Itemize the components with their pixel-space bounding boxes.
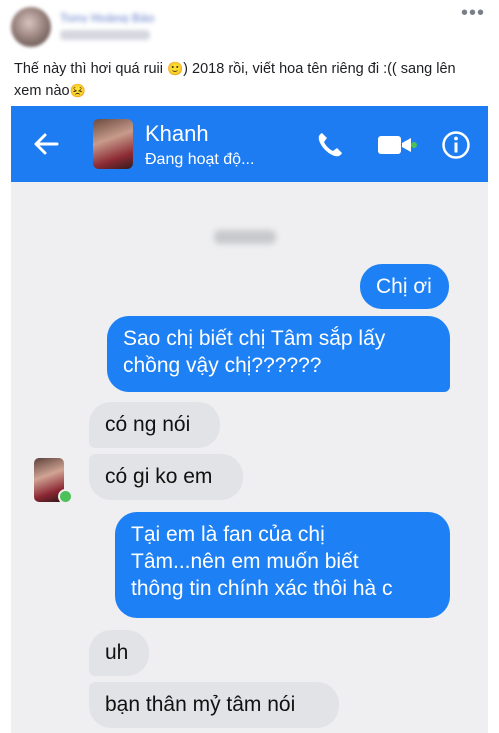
smile-emoji-icon: 🙂: [166, 61, 184, 76]
post-header: Tony Hoàng Bảo •••: [0, 0, 499, 52]
back-arrow-icon[interactable]: [33, 132, 59, 156]
post-caption: Thế này thì hơi quá ruii 🙂) 2018 rồi, vi…: [14, 58, 488, 102]
online-status-dot: [58, 489, 73, 504]
post-author-avatar[interactable]: [11, 7, 51, 47]
caption-text-1b: ) 2018 rồi, viết hoa tên riêng đi :(( sa…: [183, 61, 456, 77]
message-bubble-outgoing[interactable]: Sao chị biết chị Tâm sắp lấy chồng vậy c…: [107, 316, 450, 392]
post-timestamp[interactable]: [60, 30, 150, 40]
contact-name[interactable]: Khanh: [145, 121, 209, 147]
message-line: chồng vậy chị??????: [123, 354, 322, 377]
persevering-emoji-icon: 😣: [69, 83, 86, 98]
message-timestamp: [214, 230, 276, 244]
caption-text-2: xem nào: [14, 83, 70, 99]
info-icon[interactable]: [441, 130, 471, 160]
message-line: Tâm...nên em muốn biết: [131, 550, 359, 573]
video-camera-icon[interactable]: [377, 134, 417, 156]
message-line: Tại em là fan của chị: [131, 523, 325, 546]
phone-icon[interactable]: [315, 130, 345, 160]
message-line: thông tin chính xác thôi hà c: [131, 577, 393, 600]
post-author-name[interactable]: Tony Hoàng Bảo: [60, 11, 178, 23]
messenger-screenshot: Khanh Đang hoạt độ... Chị ơi Sao chị biế…: [11, 106, 488, 733]
caption-text-1: Thế này thì hơi quá ruii: [14, 61, 163, 77]
message-bubble-incoming[interactable]: có gi ko em: [89, 454, 243, 500]
message-line: Sao chị biết chị Tâm sắp lấy: [123, 327, 386, 350]
chat-header: Khanh Đang hoạt độ...: [11, 106, 488, 182]
message-bubble-incoming[interactable]: bạn thân mỷ tâm nói: [89, 682, 339, 728]
contact-avatar[interactable]: [93, 119, 133, 169]
contact-status: Đang hoạt độ...: [145, 151, 255, 168]
message-bubble-incoming[interactable]: uh: [89, 630, 149, 676]
message-bubble-outgoing[interactable]: Tại em là fan của chị Tâm...nên em muốn …: [115, 512, 450, 618]
message-bubble-incoming[interactable]: có ng nói: [89, 402, 220, 448]
message-bubble-outgoing[interactable]: Chị ơi: [360, 264, 449, 309]
more-dots-icon[interactable]: •••: [461, 2, 485, 25]
